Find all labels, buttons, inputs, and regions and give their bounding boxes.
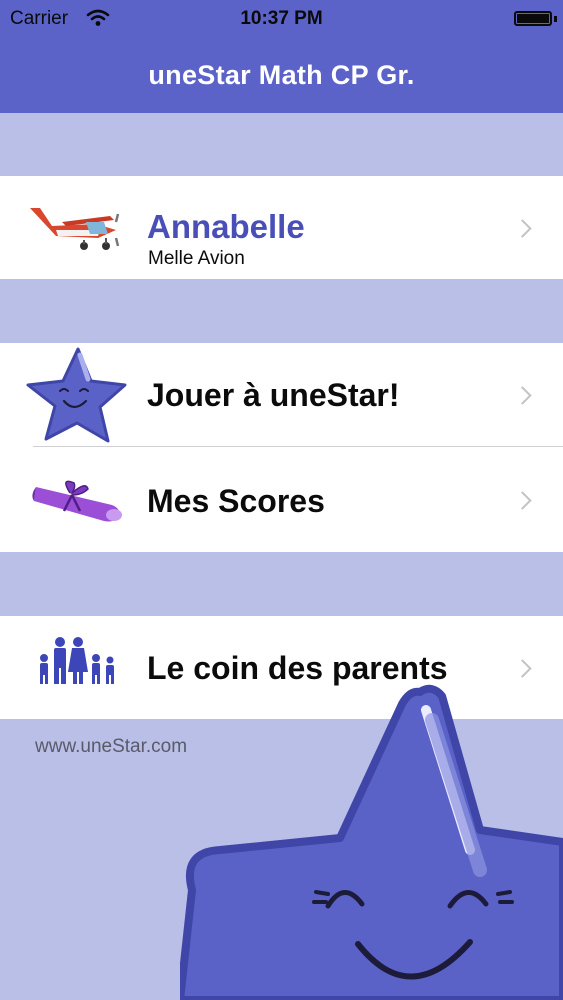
menu-item-play[interactable]: Jouer à uneStar! (0, 343, 563, 446)
menu-item-scores[interactable]: Mes Scores (0, 447, 563, 552)
chevron-right-icon (513, 491, 532, 510)
battery-icon (514, 11, 552, 26)
diploma-icon (32, 480, 122, 522)
page-title: uneStar Math CP Gr. (148, 60, 415, 90)
profile-section: Annabelle Melle Avion (0, 176, 563, 279)
battery-tip (554, 16, 557, 22)
status-bar: Carrier 10:37 PM (0, 0, 563, 40)
star-icon (26, 347, 127, 443)
status-time: 10:37 PM (240, 8, 323, 29)
profile-subtitle: Melle Avion (148, 248, 245, 269)
airplane-icon (30, 208, 120, 250)
main-menu-section: Jouer à uneStar! Mes Scores (0, 343, 563, 552)
chevron-right-icon (513, 386, 532, 405)
family-icon (40, 637, 114, 684)
navigation-bar: Carrier 10:37 PM uneStar Math CP Gr. (0, 0, 563, 113)
menu-item-label: Mes Scores (147, 483, 325, 519)
chevron-right-icon (513, 219, 532, 238)
profile-name: Annabelle (147, 208, 305, 245)
chevron-right-icon (513, 659, 532, 678)
star-mascot-icon (180, 684, 563, 1000)
profile-row[interactable]: Annabelle Melle Avion (0, 176, 563, 279)
website-link[interactable]: www.uneStar.com (35, 736, 187, 758)
menu-item-label: Jouer à uneStar! (147, 377, 400, 413)
